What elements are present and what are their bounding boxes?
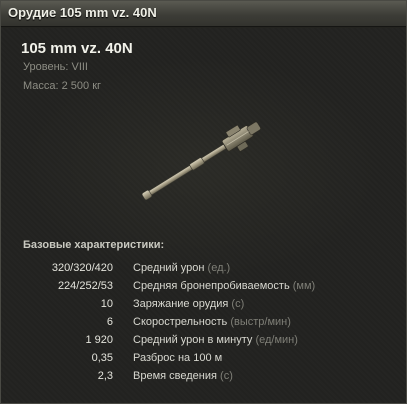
gun-info-panel: 105 mm vz. 40N Уровень: VIII Масса: 2 50… (1, 28, 406, 403)
stat-value: 1 920 (85, 334, 113, 346)
stat-label-text: Средняя бронепробиваемость (133, 280, 290, 292)
stat-label-text: Скорострельность (133, 316, 228, 328)
stat-label: Разброс на 100 м (133, 352, 222, 364)
stat-label-text: Разброс на 100 м (133, 352, 223, 364)
window-titlebar[interactable]: Орудие 105 mm vz. 40N (1, 1, 406, 27)
stat-row-dispersion: 0,35 Разброс на 100 м (1, 352, 406, 370)
stat-value: 10 (100, 298, 113, 310)
stat-label: Скорострельность (выстр/мин) (133, 316, 291, 328)
stat-label-text: Время сведения (133, 370, 217, 382)
stat-row-aim-time: 2,3 Время сведения (с) (1, 370, 406, 388)
window-title: Орудие 105 mm vz. 40N (8, 5, 157, 20)
stat-row-damage: 320/320/420 Средний урон (ед.) (1, 262, 406, 280)
gun-barrel-icon (141, 121, 261, 200)
gun-name: 105 mm vz. 40N (21, 40, 133, 57)
stat-unit: (с) (220, 370, 233, 382)
stat-unit: (с) (231, 298, 245, 310)
stat-row-rate-of-fire: 6 Скорострельность (выстр/мин) (1, 316, 406, 334)
stat-unit: (ед.) (207, 262, 231, 274)
stat-value: 320/320/420 (51, 262, 113, 274)
stats-section-title: Базовые характеристики: (23, 239, 165, 251)
gun-level: Уровень: VIII (23, 61, 88, 73)
stat-label: Время сведения (с) (133, 370, 233, 382)
stat-label-text: Средний урон в минуту (133, 334, 253, 346)
stat-value: 0,35 (91, 352, 113, 364)
stat-unit: (выстр/мин) (230, 316, 291, 328)
stat-value: 6 (106, 316, 113, 328)
stat-label-text: Средний урон (133, 262, 205, 274)
stat-value: 2,3 (97, 370, 113, 382)
stat-row-dpm: 1 920 Средний урон в минуту (ед/мин) (1, 334, 406, 352)
stat-label: Заряжание орудия (с) (133, 298, 244, 310)
stat-label-text: Заряжание орудия (133, 298, 229, 310)
stat-row-penetration: 224/252/53 Средняя бронепробиваемость (м… (1, 280, 406, 298)
stat-value: 224/252/53 (57, 280, 113, 292)
gun-info-window: Орудие 105 mm vz. 40N 105 mm vz. 40N Уро… (0, 0, 407, 404)
stat-unit: (ед/мин) (255, 334, 298, 346)
stat-label: Средний урон в минуту (ед/мин) (133, 334, 298, 346)
gun-mass: Масса: 2 500 кг (23, 80, 102, 92)
stat-label: Средний урон (ед.) (133, 262, 230, 274)
stat-unit: (мм) (292, 280, 316, 292)
stat-row-reload: 10 Заряжание орудия (с) (1, 298, 406, 316)
stat-label: Средняя бронепробиваемость (мм) (133, 280, 315, 292)
